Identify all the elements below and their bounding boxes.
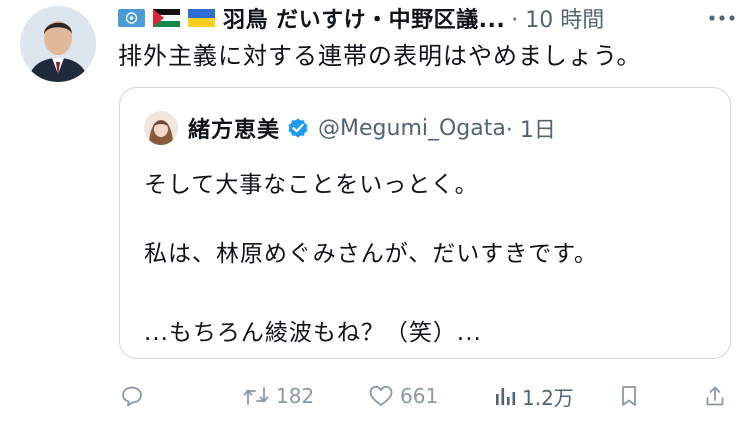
views-count: 1.2万 (522, 385, 574, 410)
quoted-tweet-timestamp[interactable]: · 1日 (506, 112, 556, 144)
ukraine-flag-icon (188, 9, 215, 27)
reply-button[interactable] (120, 378, 144, 414)
quoted-tweet[interactable]: 緒方恵美 @Megumi_Ogata · 1日 そして大事なことをいっとく。 私… (119, 87, 731, 359)
verified-badge-icon (288, 118, 308, 138)
author-avatar[interactable] (20, 6, 96, 82)
quoted-text-line-3: ...もちろん綾波もね？（笑）... (144, 320, 482, 346)
like-count: 661 (400, 384, 439, 408)
retweet-icon (243, 387, 269, 405)
views-chart-icon (496, 388, 516, 405)
more-icon (709, 15, 735, 21)
retweet-button[interactable]: 182 (242, 378, 314, 414)
un-flag-icon (118, 9, 145, 27)
tweet-header: 羽鳥 だいすけ・中野区議... · 10 時間 (118, 2, 730, 34)
bookmark-icon (622, 386, 636, 406)
quoted-author-name[interactable]: 緒方恵美 (188, 112, 280, 144)
heart-icon (369, 385, 393, 406)
share-button[interactable] (704, 378, 726, 414)
like-button[interactable]: 661 (368, 378, 438, 414)
quoted-author-avatar[interactable] (144, 111, 178, 145)
more-options-button[interactable] (708, 6, 736, 30)
quoted-text-line-1: そして大事なことをいっとく。 (144, 172, 479, 198)
views-button[interactable]: 1.2万 (494, 378, 574, 414)
share-icon (706, 386, 724, 406)
bookmark-button[interactable] (618, 378, 640, 414)
reply-icon (122, 386, 142, 407)
quoted-text-line-2: 私は、林原めぐみさんが、だいすきです。 (144, 241, 598, 267)
retweet-count: 182 (276, 384, 315, 408)
palestine-flag-icon (153, 9, 180, 27)
quoted-author-handle[interactable]: @Megumi_Ogata (318, 116, 506, 141)
quoted-tweet-header: 緒方恵美 @Megumi_Ogata · 1日 (144, 110, 556, 146)
tweet-text: 排外主義に対する連帯の表明はやめましょう。 (118, 42, 642, 70)
tweet-timestamp[interactable]: · 10 時間 (511, 2, 604, 34)
tweet-actions-bar: 182 661 1.2万 (118, 378, 738, 414)
author-name[interactable]: 羽鳥 だいすけ・中野区議... (223, 2, 505, 34)
